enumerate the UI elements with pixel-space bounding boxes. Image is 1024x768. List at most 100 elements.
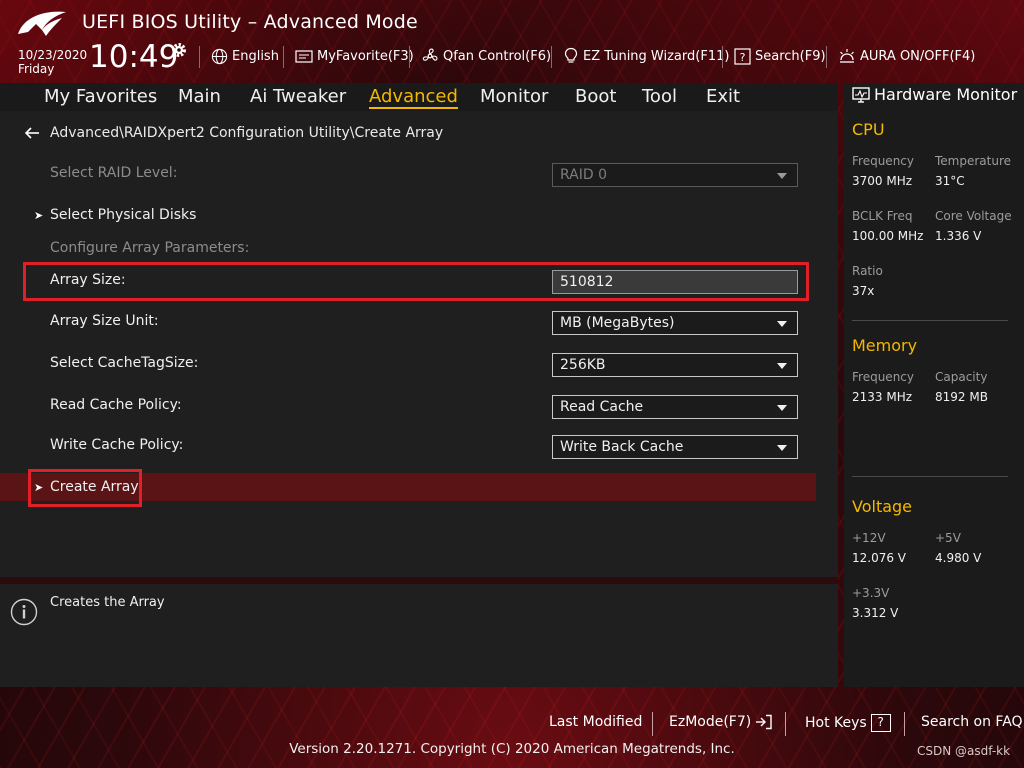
create-array-button[interactable]: Create Array: [50, 479, 139, 495]
v33-value: 3.312 V: [852, 606, 899, 620]
section-divider: [852, 320, 1008, 321]
aura-icon: [840, 49, 854, 63]
tab-exit[interactable]: Exit: [706, 85, 740, 109]
tab-my-favorites[interactable]: My Favorites: [44, 85, 157, 109]
language-label: English: [232, 48, 279, 64]
tab-boot[interactable]: Boot: [575, 85, 616, 109]
raid-level-value: RAID 0: [560, 167, 608, 183]
lightbulb-icon: [564, 47, 578, 63]
search-label: Search(F9): [755, 48, 826, 64]
array-size-unit-dropdown[interactable]: MB (MegaBytes): [552, 311, 798, 335]
help-text: Creates the Array: [50, 595, 165, 610]
header-separator: [551, 46, 552, 68]
date-display: 10/23/2020 Friday: [18, 48, 87, 76]
v12-label: +12V: [852, 531, 886, 545]
help-divider: [0, 577, 838, 584]
back-arrow-icon[interactable]: [24, 126, 40, 140]
ratio-value: 37x: [852, 284, 875, 298]
ezmode-label: EzMode(F7): [669, 714, 752, 730]
array-size-label: Array Size:: [50, 272, 126, 288]
header-separator: [409, 46, 410, 68]
aura-label: AURA ON/OFF(F4): [860, 48, 976, 64]
ezmode-button[interactable]: EzMode(F7): [669, 714, 773, 730]
select-raid-level-label: Select RAID Level:: [50, 165, 178, 181]
header-separator: [283, 46, 284, 68]
array-size-unit-value: MB (MegaBytes): [560, 315, 675, 331]
header-separator: [199, 46, 200, 68]
v5-label: +5V: [935, 531, 961, 545]
exit-arrow-icon: [756, 714, 772, 730]
hardware-monitor-panel: Hardware Monitor CPU Frequency Temperatu…: [844, 83, 1024, 687]
search-button[interactable]: ? Search(F9): [734, 46, 826, 66]
help-panel: Creates the Array: [0, 584, 838, 687]
hotkeys-key-icon: ?: [870, 714, 891, 732]
cpu-temperature-value: 31°C: [935, 174, 965, 188]
main-panel: Advanced\RAIDXpert2 Configuration Utilit…: [0, 111, 838, 577]
myfavorite-button[interactable]: MyFavorite(F3): [295, 46, 414, 66]
cpu-section-title: CPU: [852, 120, 885, 139]
select-physical-disks-link[interactable]: Select Physical Disks: [50, 207, 196, 223]
cpu-frequency-value: 3700 MHz: [852, 174, 913, 188]
qfan-label: Qfan Control(F6): [443, 48, 552, 64]
voltage-section-title: Voltage: [852, 497, 913, 516]
array-size-input[interactable]: 510812: [552, 270, 798, 294]
footer-separator: [785, 712, 786, 736]
page-title: UEFI BIOS Utility – Advanced Mode: [82, 11, 418, 33]
ez-tuning-button[interactable]: EZ Tuning Wizard(F11): [563, 46, 729, 66]
bclk-label: BCLK Freq: [852, 209, 913, 223]
memory-frequency-value: 2133 MHz: [852, 390, 913, 404]
footer-separator: [904, 712, 905, 736]
chevron-down-icon: [777, 321, 787, 327]
footer-separator: [652, 712, 653, 736]
aura-button[interactable]: AURA ON/OFF(F4): [838, 46, 975, 66]
chevron-down-icon: [777, 363, 787, 369]
raid-level-dropdown: RAID 0: [552, 163, 798, 187]
main-nav: My Favorites Main Ai Tweaker Advanced Mo…: [0, 83, 838, 111]
ez-tuning-label: EZ Tuning Wizard(F11): [583, 48, 730, 64]
gear-icon[interactable]: [170, 41, 188, 59]
header: UEFI BIOS Utility – Advanced Mode 10/23/…: [0, 0, 1024, 83]
hardware-monitor-title: Hardware Monitor: [852, 85, 1017, 104]
favorite-icon: [295, 49, 313, 63]
globe-icon: [211, 48, 228, 64]
chevron-down-icon: [777, 173, 787, 179]
rog-logo-icon: [18, 11, 66, 36]
version-text: Version 2.20.1271. Copyright (C) 2020 Am…: [289, 741, 735, 757]
myfavorite-label: MyFavorite(F3): [317, 48, 414, 64]
qfan-button[interactable]: Qfan Control(F6): [421, 46, 551, 66]
memory-frequency-label: Frequency: [852, 370, 914, 384]
v33-label: +3.3V: [852, 586, 890, 600]
search-faq-label: Search on FAQ: [921, 714, 1023, 730]
cache-tag-size-value: 256KB: [560, 357, 606, 373]
last-modified-button[interactable]: Last Modified: [549, 714, 642, 730]
tab-main[interactable]: Main: [178, 85, 221, 109]
cache-tag-size-dropdown[interactable]: 256KB: [552, 353, 798, 377]
ratio-label: Ratio: [852, 264, 883, 278]
hotkeys-label: Hot Keys: [805, 715, 867, 731]
tab-ai-tweaker[interactable]: Ai Tweaker: [250, 85, 346, 109]
search-faq-button[interactable]: Search on FAQ: [921, 714, 1023, 730]
submenu-arrow-icon: ➤: [34, 209, 44, 222]
breadcrumb: Advanced\RAIDXpert2 Configuration Utilit…: [24, 125, 443, 141]
tab-tool[interactable]: Tool: [642, 85, 677, 109]
breadcrumb-path: Advanced\RAIDXpert2 Configuration Utilit…: [50, 125, 444, 141]
time-display: 10:49: [89, 39, 179, 75]
cpu-frequency-label: Frequency: [852, 154, 914, 168]
chevron-down-icon: [777, 405, 787, 411]
configure-params-heading: Configure Array Parameters:: [50, 240, 250, 256]
v5-value: 4.980 V: [935, 551, 982, 565]
cache-tag-size-label: Select CacheTagSize:: [50, 355, 199, 371]
hotkeys-button[interactable]: Hot Keys ?: [805, 714, 891, 732]
svg-text:?: ?: [740, 51, 746, 64]
language-button[interactable]: English: [211, 46, 279, 66]
hardware-monitor-label: Hardware Monitor: [874, 85, 1018, 104]
write-cache-policy-dropdown[interactable]: Write Back Cache: [552, 435, 798, 459]
v12-value: 12.076 V: [852, 551, 907, 565]
array-size-unit-label: Array Size Unit:: [50, 313, 159, 329]
core-voltage-value: 1.336 V: [935, 229, 982, 243]
tab-advanced[interactable]: Advanced: [369, 85, 458, 109]
section-divider: [852, 476, 1008, 477]
read-cache-policy-dropdown[interactable]: Read Cache: [552, 395, 798, 419]
tab-monitor[interactable]: Monitor: [480, 85, 548, 109]
read-cache-policy-value: Read Cache: [560, 399, 644, 415]
